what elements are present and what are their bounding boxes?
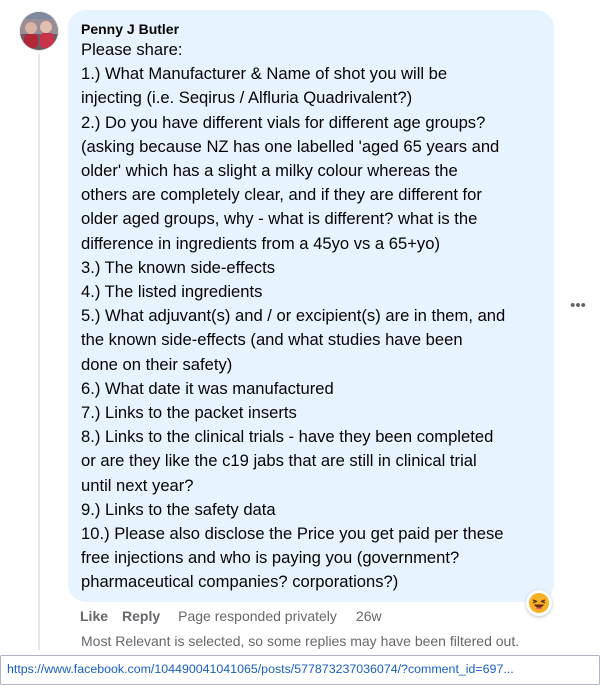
profile-photo-icon [20, 12, 58, 50]
comment-line: difference in ingredients from a 45yo vs… [81, 233, 440, 253]
comment-line: or are they like the c19 jabs that are s… [81, 451, 477, 471]
comment-line: injecting (i.e. Seqirus / Alfluria Quadr… [81, 88, 413, 108]
comment-line: done on their safety) [81, 354, 233, 374]
comment-line: 6.) What date it was manufactured [81, 378, 334, 398]
comment-author[interactable]: Penny J Butler [81, 20, 540, 38]
comment-line: others are completely clear, and if they… [81, 185, 482, 205]
comment-actions: Like Reply Page responded privately 26w [80, 606, 382, 626]
comment-line: 2.) Do you have different vials for diff… [81, 112, 486, 132]
comment-line: older aged groups, why - what is differe… [81, 209, 478, 229]
comment-line: Please share: [81, 40, 183, 59]
comment-bubble: Penny J Butler Please share: 1.) What Ma… [68, 10, 554, 602]
like-button[interactable]: Like [80, 608, 108, 624]
comment-line: the known side-effects (and what studies… [81, 330, 463, 350]
avatar[interactable] [20, 12, 58, 50]
url-text[interactable]: https://www.facebook.com/104490041041065… [7, 662, 514, 676]
comment-line: pharmaceutical companies? corporations?) [81, 572, 399, 592]
comment-line: 4.) The listed ingredients [81, 282, 263, 302]
url-bar[interactable]: https://www.facebook.com/104490041041065… [0, 655, 600, 685]
comment-line: 9.) Links to the safety data [81, 499, 276, 519]
reaction-badge[interactable] [526, 590, 552, 616]
comment-line: (asking because NZ has one labelled 'age… [81, 136, 500, 156]
thread-line [38, 54, 40, 650]
comment-line: until next year? [81, 475, 194, 495]
comment-text: Please share: 1.) What Manufacturer & Na… [81, 38, 540, 595]
comment-line: free injections and who is paying you (g… [81, 548, 460, 568]
comment-line: 3.) The known side-effects [81, 257, 276, 277]
reply-button[interactable]: Reply [122, 608, 160, 624]
comment-line: older' which has a slight a milky colour… [81, 161, 458, 181]
comment-line: 10.) Please also disclose the Price you … [81, 524, 504, 544]
response-status: Page responded privately [178, 608, 337, 624]
comment-line: 7.) Links to the packet inserts [81, 403, 297, 423]
filter-note: Most Relevant is selected, so some repli… [81, 633, 520, 649]
comment-line: 1.) What Manufacturer & Name of shot you… [81, 64, 448, 84]
comment-timestamp[interactable]: 26w [356, 608, 382, 624]
more-options-icon[interactable]: ••• [569, 296, 587, 316]
laughing-emoji-icon [529, 593, 549, 613]
comment-line: 8.) Links to the clinical trials - have … [81, 427, 494, 447]
comment-line: 5.) What adjuvant(s) and / or excipient(… [81, 306, 506, 326]
